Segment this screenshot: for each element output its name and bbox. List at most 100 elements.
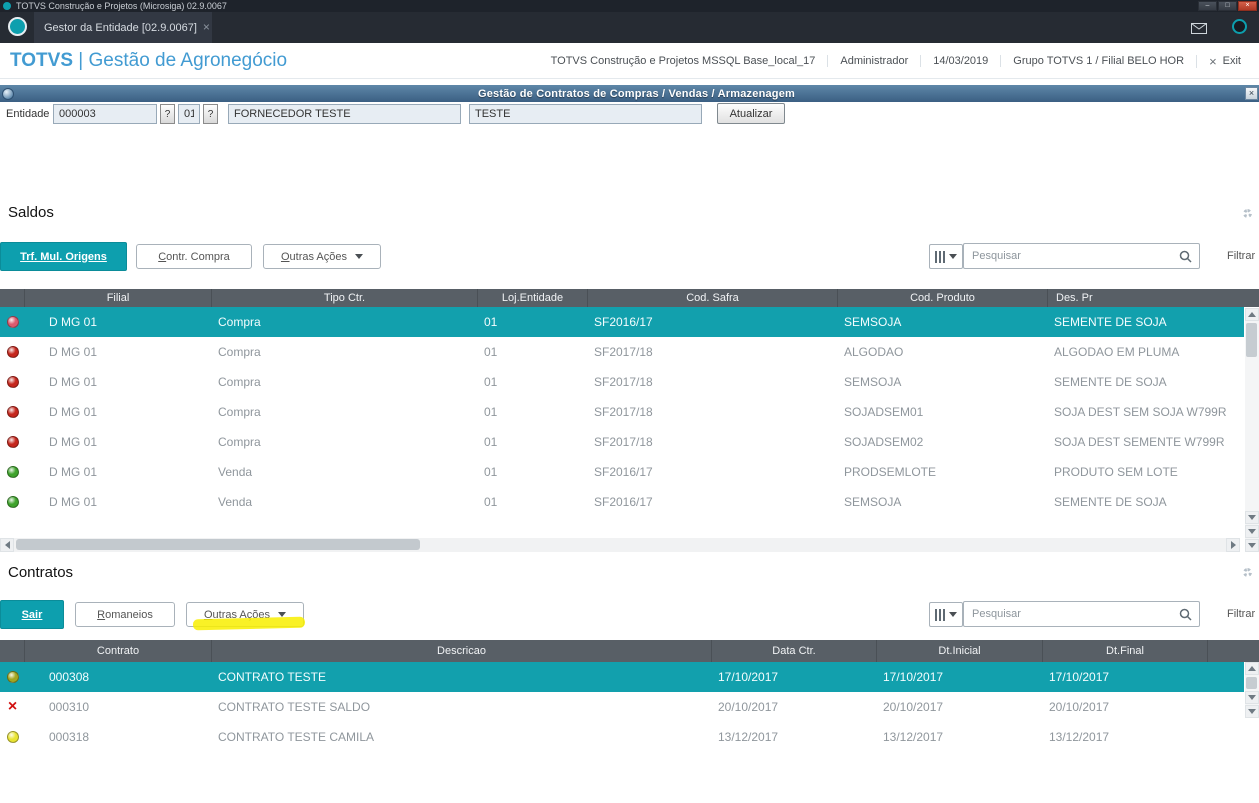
saldos-filter-link[interactable]: Filtrar [1227, 250, 1255, 262]
cell-dt-final: 13/12/2017 [1049, 730, 1110, 744]
cell-dt-inicial: 17/10/2017 [883, 670, 944, 684]
contratos-row[interactable]: 000310 CONTRATO TESTE SALDO 20/10/2017 2… [0, 692, 1244, 722]
column-header-loj-entidade[interactable]: Loj.Entidade [478, 289, 588, 307]
tab-close-icon[interactable]: × [203, 21, 210, 33]
status-icon [6, 346, 19, 358]
romaneios-button[interactable]: Romaneios [75, 602, 175, 627]
scroll-right-button[interactable] [1226, 538, 1240, 552]
v-scrollbar-thumb[interactable] [1246, 677, 1257, 689]
saldos-row[interactable]: D MG 01 Venda 01 SF2016/17 SEMSOJA SEMEN… [0, 487, 1244, 517]
column-header[interactable] [0, 640, 25, 662]
contratos-vertical-scrollbar[interactable] [1245, 662, 1259, 718]
column-header-des-produto[interactable]: Des. Pr [1048, 289, 1259, 307]
cell-safra: SF2017/18 [594, 405, 653, 419]
saldos-column-selector-button[interactable] [929, 244, 963, 269]
status-icon [6, 731, 19, 743]
h-scrollbar-thumb[interactable] [16, 539, 420, 550]
minimize-button[interactable]: – [1198, 1, 1217, 11]
window-title: TOTVS Construção e Projetos (Microsiga) … [16, 1, 227, 11]
cell-safra: SF2017/18 [594, 345, 653, 359]
column-header-cod-produto[interactable]: Cod. Produto [838, 289, 1048, 307]
entity-code-field[interactable] [53, 104, 157, 124]
saldos-row[interactable]: D MG 01 Compra 01 SF2017/18 SOJADSEM01 S… [0, 397, 1244, 427]
cell-data-ctr: 17/10/2017 [718, 670, 779, 684]
column-header[interactable] [0, 289, 25, 307]
saldos-vertical-scrollbar[interactable] [1245, 308, 1259, 552]
columns-icon [935, 250, 945, 263]
connection-status-icon[interactable] [1232, 19, 1247, 34]
column-header-filial[interactable]: Filial [25, 289, 212, 307]
cell-safra: SF2016/17 [594, 495, 653, 509]
status-cell [0, 722, 25, 752]
saldos-row[interactable]: D MG 01 Compra 01 SF2017/18 SOJADSEM02 S… [0, 427, 1244, 457]
column-header-dt-inicial[interactable]: Dt.Inicial [877, 640, 1043, 662]
cell-descricao: ALGODAO EM PLUMA [1054, 345, 1180, 359]
contratos-table-header: Contrato Descricao Data Ctr. Dt.Inicial … [0, 640, 1259, 662]
close-button[interactable]: × [1238, 1, 1257, 11]
saldos-horizontal-scrollbar[interactable] [0, 538, 1240, 552]
status-cell [0, 397, 25, 427]
column-header-dt-final[interactable]: Dt.Final [1043, 640, 1208, 662]
cell-descricao: SEMENTE DE SOJA [1054, 375, 1167, 389]
saldos-search-input[interactable] [964, 250, 1179, 262]
saldos-settings-gear-icon[interactable] [1243, 209, 1252, 218]
column-header-contrato[interactable]: Contrato [25, 640, 212, 662]
contratos-row[interactable]: 000308 CONTRATO TESTE 17/10/2017 17/10/2… [0, 662, 1244, 692]
cell-safra: SF2016/17 [594, 315, 653, 329]
contratos-settings-gear-icon[interactable] [1243, 568, 1252, 577]
saldos-row[interactable]: D MG 01 Venda 01 SF2016/17 PRODSEMLOTE P… [0, 457, 1244, 487]
contratos-search-input[interactable] [964, 608, 1179, 620]
status-cell [0, 337, 25, 367]
brand-name: TOTVS [10, 49, 73, 71]
trf-mul-origens-button[interactable]: Trf. Mul. Origens [0, 242, 127, 271]
scroll-up-button[interactable] [1245, 308, 1259, 321]
entity-short-name-field[interactable] [469, 104, 702, 124]
column-header-tipo-ctr[interactable]: Tipo Ctr. [212, 289, 478, 307]
saldos-outras-acoes-button[interactable]: Outras Ações [263, 244, 381, 269]
scroll-down-button[interactable] [1245, 511, 1259, 524]
contratos-column-selector-button[interactable] [929, 602, 963, 627]
column-header-data-ctr[interactable]: Data Ctr. [712, 640, 877, 662]
status-icon [8, 700, 17, 714]
tab-bar: Gestor da Entidade [02.9.0067] × [0, 12, 1259, 43]
saldos-row[interactable]: D MG 01 Compra 01 SF2016/17 SEMSOJA SEME… [0, 307, 1244, 337]
saldos-row[interactable]: D MG 01 Compra 01 SF2017/18 ALGODAO ALGO… [0, 337, 1244, 367]
scroll-left-button[interactable] [0, 538, 14, 552]
status-cell [0, 427, 25, 457]
tab-gestor-entidade[interactable]: Gestor da Entidade [02.9.0067] × [34, 12, 212, 43]
cell-loja: 01 [484, 405, 498, 419]
scroll-down-button[interactable] [1245, 691, 1259, 704]
contratos-section-title: Contratos [8, 564, 74, 581]
cell-produto: SEMSOJA [844, 495, 902, 509]
update-button[interactable]: Atualizar [717, 103, 785, 124]
cell-filial: D MG 01 [49, 345, 98, 359]
app-name: Gestão de Agronegócio [88, 49, 288, 71]
maximize-button[interactable]: □ [1218, 1, 1237, 11]
dialog-close-button[interactable]: × [1245, 87, 1258, 100]
store-lookup-button[interactable]: ? [203, 104, 218, 124]
column-header[interactable] [1208, 640, 1259, 662]
trf-mul-origens-label: Trf. Mul. Origens [20, 250, 107, 263]
status-icon [6, 466, 19, 478]
column-header-cod-safra[interactable]: Cod. Safra [588, 289, 838, 307]
scroll-end-button[interactable] [1245, 539, 1259, 552]
exit-button[interactable]: × Exit [1196, 54, 1253, 68]
saldos-table-header: Filial Tipo Ctr. Loj.Entidade Cod. Safra… [0, 289, 1259, 307]
v-scrollbar-thumb[interactable] [1246, 323, 1257, 357]
saldos-row[interactable]: D MG 01 Compra 01 SF2017/18 SEMSOJA SEME… [0, 367, 1244, 397]
store-code-field[interactable] [178, 104, 200, 124]
contr-compra-button[interactable]: Contr. Compra [136, 244, 252, 269]
scroll-page-down-button[interactable] [1245, 525, 1259, 538]
sair-button[interactable]: Sair [0, 600, 64, 629]
scroll-up-button[interactable] [1245, 662, 1259, 675]
contratos-row[interactable]: 000318 CONTRATO TESTE CAMILA 13/12/2017 … [0, 722, 1244, 752]
user-label: Administrador [827, 55, 920, 67]
search-icon [1179, 250, 1192, 263]
entity-lookup-button[interactable]: ? [160, 104, 175, 124]
entity-name-field[interactable] [228, 104, 461, 124]
cell-dt-final: 17/10/2017 [1049, 670, 1110, 684]
scroll-end-button[interactable] [1245, 705, 1259, 718]
mail-icon[interactable] [1191, 21, 1207, 39]
contratos-filter-link[interactable]: Filtrar [1227, 608, 1255, 620]
column-header-descricao[interactable]: Descricao [212, 640, 712, 662]
